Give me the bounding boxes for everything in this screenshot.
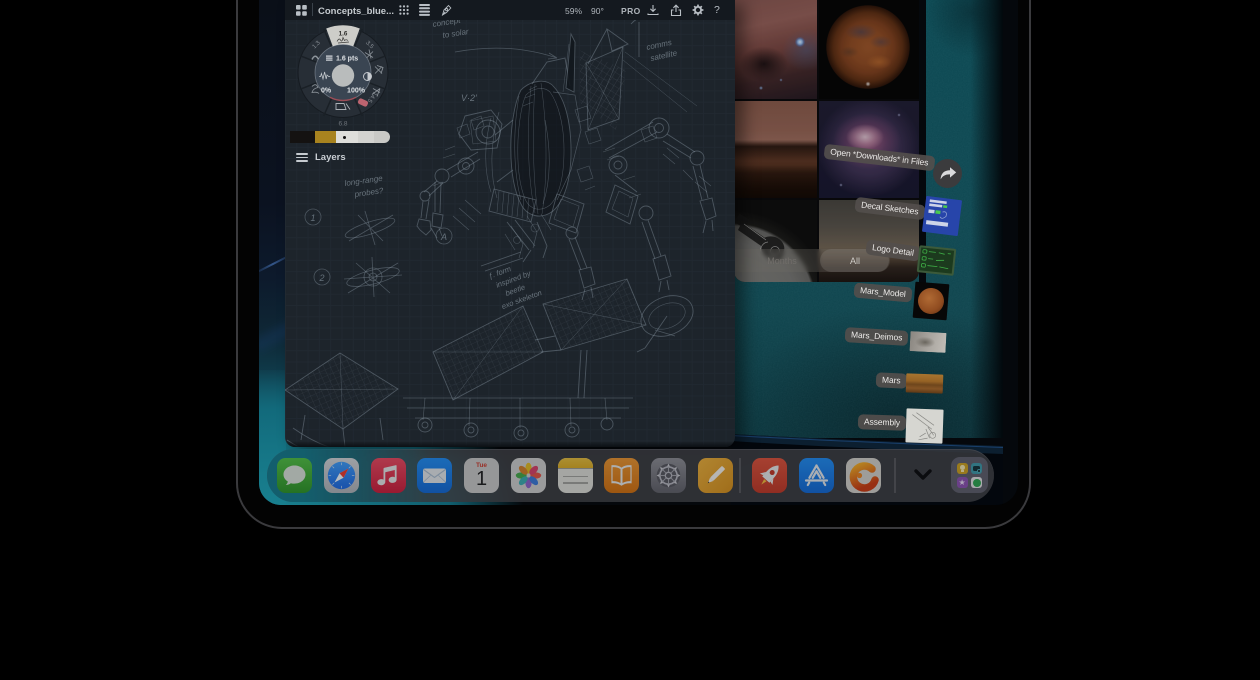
svg-text:V·2′: V·2′: [461, 93, 477, 103]
svg-text:2: 2: [318, 273, 324, 283]
svg-text:satellite: satellite: [650, 48, 679, 63]
svg-text:A: A: [440, 232, 447, 242]
svg-text:1.6 pts: 1.6 pts: [336, 56, 358, 63]
svg-text:to solar: to solar: [442, 27, 470, 40]
svg-text:6.8: 6.8: [338, 121, 347, 128]
svg-text:1: 1: [310, 213, 315, 223]
svg-text:100%: 100%: [347, 88, 366, 95]
svg-text:probes?: probes?: [353, 186, 384, 199]
svg-text:1.6: 1.6: [339, 31, 348, 38]
svg-text:0%: 0%: [321, 88, 332, 95]
